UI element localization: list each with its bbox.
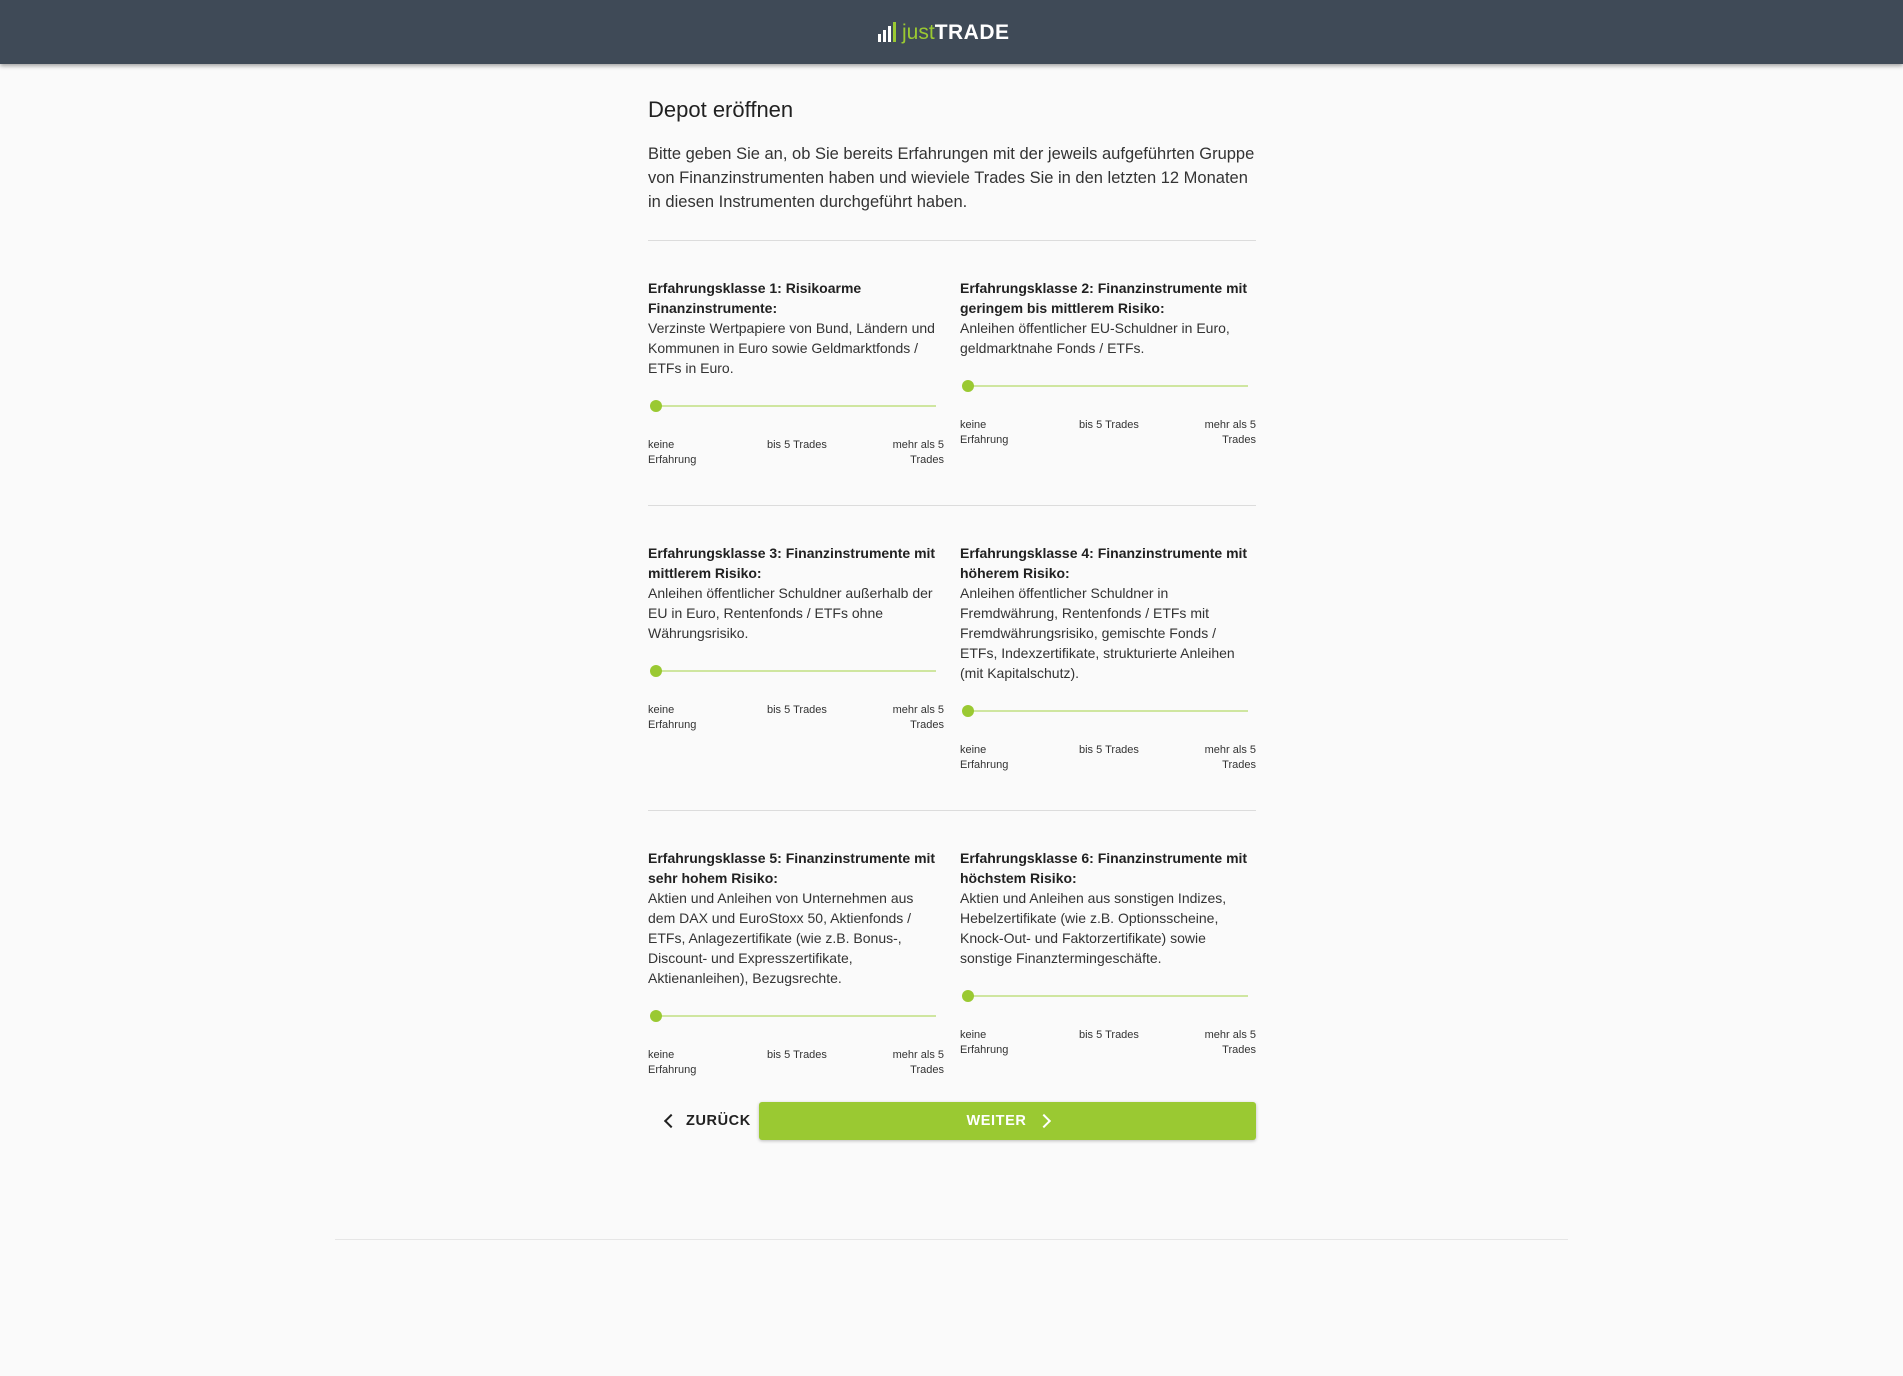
class-title: Erfahrungsklasse 5: Finanzinstrumente mi… (648, 850, 936, 886)
logo-chart-icon (878, 22, 896, 42)
intro-text: Bitte geben Sie an, ob Sie bereits Erfah… (648, 145, 1255, 211)
slider-track[interactable] (968, 995, 1248, 997)
class-description: Anleihen öffentlicher Schuldner außerhal… (648, 585, 933, 641)
slider-labels: keine Erfahrung bis 5 Trades mehr als 5 … (960, 743, 1256, 775)
label-high[interactable]: mehr als 5 Trades (1196, 1028, 1256, 1058)
chevron-right-icon (1036, 1113, 1051, 1129)
label-high[interactable]: mehr als 5 Trades (1196, 743, 1256, 773)
slider-thumb[interactable] (650, 400, 662, 412)
experience-class-4: Erfahrungsklasse 4: Finanzinstrumente mi… (960, 543, 1256, 775)
experience-slider[interactable] (650, 663, 936, 679)
label-none[interactable]: keine Erfahrung (960, 1028, 1020, 1058)
label-mid[interactable]: bis 5 Trades (767, 703, 847, 718)
label-mid[interactable]: bis 5 Trades (1079, 418, 1159, 433)
class-description: Aktien und Anleihen aus sonstigen Indize… (960, 890, 1227, 966)
experience-class-5: Erfahrungsklasse 5: Finanzinstrumente mi… (648, 848, 944, 1080)
experience-class-6: Erfahrungsklasse 6: Finanzinstrumente mi… (960, 848, 1256, 1060)
slider-thumb[interactable] (962, 990, 974, 1002)
label-mid[interactable]: bis 5 Trades (767, 1048, 847, 1063)
slider-labels: keine Erfahrung bis 5 Trades mehr als 5 … (648, 438, 944, 470)
slider-labels: keine Erfahrung bis 5 Trades mehr als 5 … (648, 1048, 944, 1080)
label-mid[interactable]: bis 5 Trades (1079, 1028, 1159, 1043)
label-high[interactable]: mehr als 5 Trades (884, 438, 944, 468)
slider-labels: keine Erfahrung bis 5 Trades mehr als 5 … (960, 1028, 1256, 1060)
class-description: Anleihen öffentlicher EU-Schuldner in Eu… (960, 320, 1230, 356)
label-mid[interactable]: bis 5 Trades (1079, 743, 1159, 758)
class-title: Erfahrungsklasse 3: Finanzinstrumente mi… (648, 545, 936, 581)
slider-track[interactable] (968, 385, 1248, 387)
slider-labels: keine Erfahrung bis 5 Trades mehr als 5 … (648, 703, 944, 735)
class-title: Erfahrungsklasse 1: Risikoarme Finanzins… (648, 280, 862, 316)
experience-slider[interactable] (962, 703, 1248, 719)
back-button[interactable]: ZURÜCK (648, 1102, 758, 1140)
experience-slider[interactable] (962, 988, 1248, 1004)
experience-class-3: Erfahrungsklasse 3: Finanzinstrumente mi… (648, 543, 944, 735)
slider-track[interactable] (968, 710, 1248, 712)
label-high[interactable]: mehr als 5 Trades (884, 703, 944, 733)
label-none[interactable]: keine Erfahrung (960, 743, 1020, 773)
class-title: Erfahrungsklasse 4: Finanzinstrumente mi… (960, 545, 1248, 581)
experience-slider[interactable] (650, 1008, 936, 1024)
class-description: Aktien und Anleihen von Unternehmen aus … (648, 890, 914, 986)
label-mid[interactable]: bis 5 Trades (767, 438, 847, 453)
experience-slider[interactable] (962, 378, 1248, 394)
next-button-label: WEITER (966, 1113, 1027, 1129)
experience-slider[interactable] (650, 398, 936, 414)
divider (648, 505, 1256, 506)
footer-divider (335, 1239, 1568, 1240)
slider-thumb[interactable] (962, 705, 974, 717)
class-description: Verzinste Wertpapiere von Bund, Ländern … (648, 320, 935, 376)
label-high[interactable]: mehr als 5 Trades (884, 1048, 944, 1078)
divider (648, 240, 1256, 241)
class-description: Anleihen öffentlicher Schuldner in Fremd… (960, 585, 1235, 681)
slider-thumb[interactable] (650, 1010, 662, 1022)
label-none[interactable]: keine Erfahrung (648, 1048, 708, 1078)
label-none[interactable]: keine Erfahrung (648, 438, 708, 468)
divider (648, 810, 1256, 811)
label-none[interactable]: keine Erfahrung (960, 418, 1020, 448)
page-title: Depot eröffnen (648, 97, 794, 122)
label-high[interactable]: mehr als 5 Trades (1196, 418, 1256, 448)
experience-class-2: Erfahrungsklasse 2: Finanzinstrumente mi… (960, 278, 1256, 450)
experience-class-1: Erfahrungsklasse 1: Risikoarme Finanzins… (648, 278, 944, 470)
class-title: Erfahrungsklasse 6: Finanzinstrumente mi… (960, 850, 1248, 886)
justtrade-logo[interactable]: justTRADE (878, 17, 1010, 47)
chevron-left-icon (663, 1113, 679, 1129)
slider-thumb[interactable] (650, 665, 662, 677)
logo-wordmark: justTRADE (902, 20, 1010, 44)
top-header: justTRADE (0, 0, 1903, 64)
slider-thumb[interactable] (962, 380, 974, 392)
slider-track[interactable] (656, 405, 936, 407)
next-button[interactable]: WEITER (759, 1102, 1256, 1140)
class-title: Erfahrungsklasse 2: Finanzinstrumente mi… (960, 280, 1248, 316)
back-button-label: ZURÜCK (686, 1113, 751, 1129)
slider-track[interactable] (656, 670, 936, 672)
main-content: Depot eröffnen Bitte geben Sie an, ob Si… (648, 92, 1256, 1140)
label-none[interactable]: keine Erfahrung (648, 703, 708, 733)
slider-labels: keine Erfahrung bis 5 Trades mehr als 5 … (960, 418, 1256, 450)
slider-track[interactable] (656, 1015, 936, 1017)
